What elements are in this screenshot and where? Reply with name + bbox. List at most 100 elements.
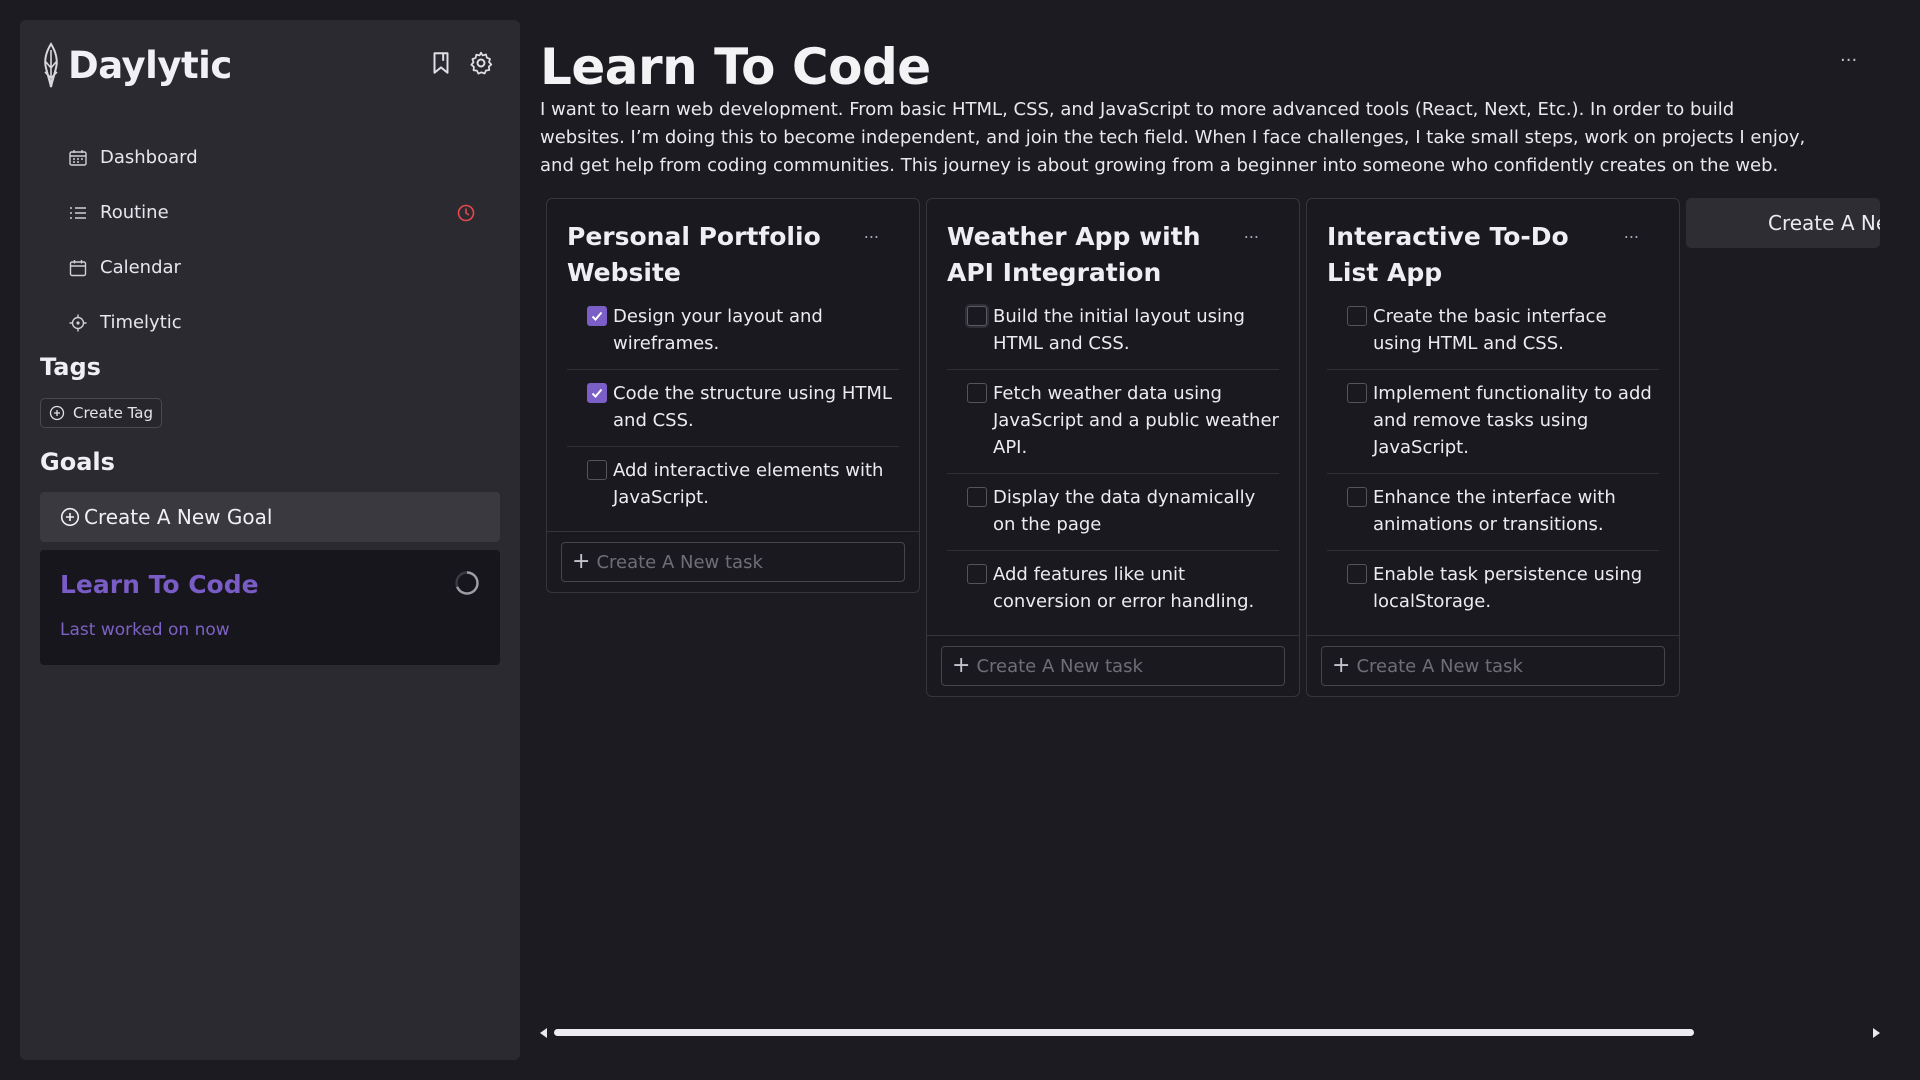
sidebar-item-label: Timelytic	[100, 312, 182, 333]
task-checkbox[interactable]	[587, 306, 607, 326]
task-checkbox[interactable]	[967, 487, 987, 507]
task-checkbox[interactable]	[1347, 487, 1367, 507]
create-goal-button[interactable]: Create A New Goal	[40, 492, 500, 542]
brand[interactable]: Daylytic	[36, 38, 232, 92]
column-header: Weather App with API Integration ...	[927, 199, 1299, 293]
task-text: Add interactive elements with JavaScript…	[613, 460, 884, 508]
task-checkbox[interactable]	[1347, 564, 1367, 584]
task-item: Create the basic interface using HTML an…	[1327, 293, 1659, 370]
column-header: Personal Portfolio Website ...	[547, 199, 919, 293]
create-tag-button[interactable]: Create Tag	[40, 398, 163, 428]
task-text: Create the basic interface using HTML an…	[1373, 306, 1607, 354]
column-header: Interactive To-Do List App ...	[1307, 199, 1679, 293]
column-menu-icon[interactable]: ...	[1244, 223, 1259, 242]
new-task-input[interactable]: + Create A New task	[941, 646, 1285, 686]
new-task-input[interactable]: + Create A New task	[1321, 646, 1665, 686]
goal-card-title: Learn To Code	[60, 570, 259, 599]
column-title: Weather App with API Integration	[947, 222, 1201, 287]
task-text: Code the structure using HTML and CSS.	[613, 383, 892, 431]
task-text: Fetch weather data using JavaScript and …	[993, 383, 1279, 458]
sidebar-item-label: Calendar	[100, 257, 181, 278]
new-task-placeholder: Create A New task	[596, 551, 763, 573]
new-task-placeholder: Create A New task	[976, 655, 1143, 677]
column-footer: + Create A New task	[547, 531, 919, 592]
task-checkbox[interactable]	[587, 383, 607, 403]
dashboard-icon	[69, 149, 87, 166]
task-text: Enable task persistence using localStora…	[1373, 564, 1643, 612]
goals-heading: Goals	[40, 448, 115, 476]
scrollbar-thumb[interactable]	[554, 1029, 1694, 1036]
column-footer: + Create A New task	[1307, 635, 1679, 696]
task-text: Display the data dynamically on the page	[993, 487, 1256, 535]
task-checkbox[interactable]	[1347, 306, 1367, 326]
create-goal-label: Create A New Goal	[84, 505, 273, 529]
task-list: Build the initial layout using HTML and …	[927, 293, 1299, 627]
gear-icon[interactable]	[468, 50, 494, 76]
clock-alert-icon	[457, 204, 475, 221]
create-tag-label: Create Tag	[73, 404, 154, 422]
goal-card[interactable]: Learn To Code Last worked on now	[40, 550, 500, 665]
plus-circle-icon	[49, 405, 65, 421]
list-icon	[70, 206, 86, 219]
task-item: Design your layout and wireframes.	[567, 293, 899, 370]
plus-icon: +	[572, 549, 591, 574]
column-title: Personal Portfolio Website	[567, 222, 821, 287]
new-task-placeholder: Create A New task	[1356, 655, 1523, 677]
task-checkbox[interactable]	[1347, 383, 1367, 403]
task-item: Add interactive elements with JavaScript…	[567, 447, 899, 523]
task-item: Enhance the interface with animations or…	[1327, 474, 1659, 551]
scroll-right-arrow-icon[interactable]	[1873, 1028, 1880, 1038]
page-menu-icon[interactable]: ...	[1840, 45, 1857, 66]
sidebar-item-dashboard[interactable]: Dashboard	[68, 130, 488, 185]
sidebar-item-calendar[interactable]: Calendar	[68, 240, 488, 295]
task-column: Interactive To-Do List App ... Create th…	[1306, 198, 1680, 697]
page-title: Learn To Code	[540, 38, 931, 96]
plus-icon: +	[952, 653, 971, 678]
sidebar-top-icons	[428, 50, 494, 76]
task-checkbox[interactable]	[587, 460, 607, 480]
task-item: Fetch weather data using JavaScript and …	[947, 370, 1279, 474]
sidebar-item-routine[interactable]: Routine	[68, 185, 488, 240]
tags-heading: Tags	[40, 353, 101, 381]
task-text: Add features like unit conversion or err…	[993, 564, 1255, 612]
task-checkbox[interactable]	[967, 306, 987, 326]
create-column-button[interactable]: Create A New	[1686, 198, 1880, 248]
task-item: Add features like unit conversion or err…	[947, 551, 1279, 627]
task-column: Weather App with API Integration ... Bui…	[926, 198, 1300, 697]
sidebar-item-label: Routine	[100, 202, 169, 223]
sidebar-item-label: Dashboard	[100, 147, 198, 168]
new-task-input[interactable]: + Create A New task	[561, 542, 905, 582]
task-text: Design your layout and wireframes.	[613, 306, 823, 354]
task-item: Build the initial layout using HTML and …	[947, 293, 1279, 370]
task-item: Code the structure using HTML and CSS.	[567, 370, 899, 447]
task-text: Implement functionality to add and remov…	[1373, 383, 1652, 458]
bookmark-icon[interactable]	[428, 50, 454, 76]
goal-card-subtitle: Last worked on now	[60, 620, 230, 640]
target-icon	[69, 314, 87, 331]
scroll-left-arrow-icon[interactable]	[540, 1028, 547, 1038]
brand-name: Daylytic	[68, 43, 232, 87]
wheat-logo-icon	[44, 42, 58, 88]
create-column-label: Create A New	[1768, 211, 1880, 235]
plus-circle-icon	[60, 507, 80, 527]
checkmark-icon	[591, 388, 603, 398]
column-footer: + Create A New task	[927, 635, 1299, 696]
task-text: Build the initial layout using HTML and …	[993, 306, 1245, 354]
task-checkbox[interactable]	[967, 564, 987, 584]
task-list: Create the basic interface using HTML an…	[1307, 293, 1679, 627]
plus-icon: +	[1332, 653, 1351, 678]
task-item: Enable task persistence using localStora…	[1327, 551, 1659, 627]
task-text: Enhance the interface with animations or…	[1373, 487, 1616, 535]
task-column: Personal Portfolio Website ... Design yo…	[546, 198, 920, 593]
task-checkbox[interactable]	[967, 383, 987, 403]
sidebar-nav: Dashboard Routine Calendar Timelytic	[68, 130, 488, 350]
column-menu-icon[interactable]: ...	[864, 223, 879, 242]
checkmark-icon	[591, 311, 603, 321]
task-item: Implement functionality to add and remov…	[1327, 370, 1659, 474]
sidebar: Daylytic Dashboard Routine Calendar Time…	[20, 20, 520, 1060]
horizontal-scrollbar[interactable]	[540, 1025, 1880, 1041]
column-title: Interactive To-Do List App	[1327, 222, 1569, 287]
calendar-icon	[69, 259, 87, 276]
sidebar-item-timelytic[interactable]: Timelytic	[68, 295, 488, 350]
column-menu-icon[interactable]: ...	[1624, 223, 1639, 242]
